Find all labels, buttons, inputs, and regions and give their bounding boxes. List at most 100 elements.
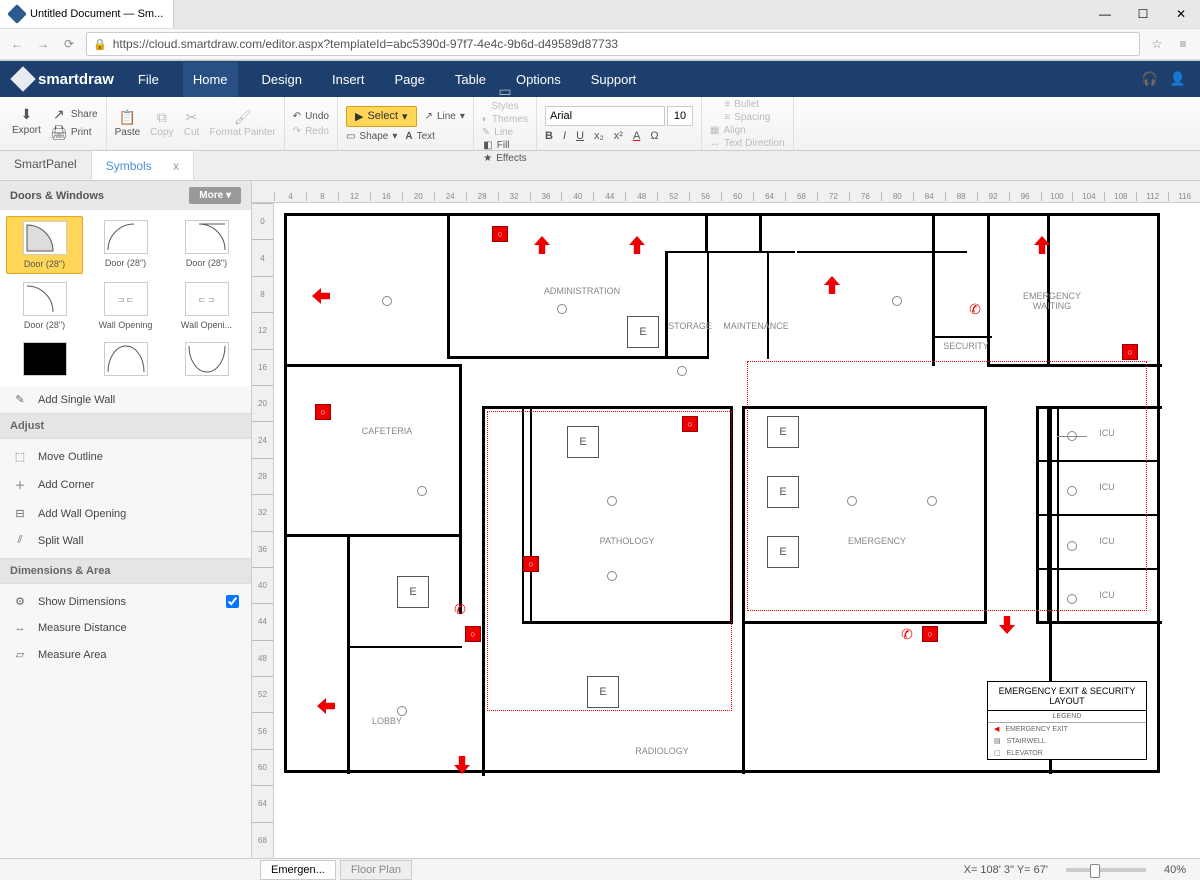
- copy-button[interactable]: ⧉Copy: [150, 109, 173, 138]
- show-dimensions-checkbox[interactable]: [226, 595, 239, 608]
- share-button[interactable]: ↗Share: [51, 107, 98, 123]
- ruler-horizontal: 4812162024283236404448525660646872768084…: [252, 181, 1200, 203]
- brand-text: smartdraw: [38, 71, 114, 88]
- spacing-button[interactable]: ≡Spacing: [724, 112, 770, 123]
- effects-button[interactable]: ★Effects: [483, 153, 526, 164]
- line-style-button[interactable]: ✎Line: [482, 127, 528, 138]
- show-dimensions-toggle[interactable]: ⚙Show Dimensions: [0, 588, 251, 615]
- italic-button[interactable]: I: [563, 130, 566, 142]
- undo-button[interactable]: ↶Undo: [293, 111, 329, 122]
- fixture-icon: [607, 571, 617, 581]
- fixture-icon: [397, 706, 407, 716]
- canvas[interactable]: ADMINISTRATION STORAGE MAINTENANCE SECUR…: [274, 203, 1200, 858]
- floorplan[interactable]: ADMINISTRATION STORAGE MAINTENANCE SECUR…: [284, 213, 1160, 773]
- menu-table[interactable]: Table: [449, 72, 492, 87]
- alarm-icon: ○: [922, 626, 938, 642]
- close-window-button[interactable]: ✕: [1162, 0, 1200, 28]
- ruler-vertical: 048121620242832364044485256606468: [252, 203, 274, 858]
- legend-stairwell: STAIRWELL: [1007, 738, 1046, 745]
- menu-support[interactable]: Support: [585, 72, 643, 87]
- symbol-double-door-2[interactable]: [168, 338, 245, 380]
- browser-tab[interactable]: Untitled Document — Sm...: [0, 0, 174, 28]
- phone-icon: ✆: [452, 601, 468, 617]
- superscript-button[interactable]: x²: [614, 130, 623, 142]
- menu-home[interactable]: Home: [183, 62, 238, 97]
- subscript-button[interactable]: x₂: [594, 130, 604, 142]
- back-button[interactable]: ←: [8, 35, 26, 53]
- legend-sub: LEGEND: [988, 711, 1146, 723]
- bold-button[interactable]: B: [545, 130, 553, 142]
- lock-icon: 🔒: [93, 38, 107, 51]
- measure-area-button[interactable]: ▱Measure Area: [0, 641, 251, 668]
- cut-button[interactable]: ✂Cut: [184, 109, 200, 138]
- legend-elevator: ELEVATOR: [1007, 750, 1043, 757]
- alarm-icon: ○: [315, 404, 331, 420]
- font-size-input[interactable]: [667, 106, 693, 126]
- split-wall-button[interactable]: ⫽Split Wall: [0, 527, 251, 554]
- more-button[interactable]: More ▾: [189, 187, 241, 204]
- menu-page[interactable]: Page: [389, 72, 431, 87]
- add-corner-button[interactable]: ＋Add Corner: [0, 470, 251, 500]
- add-wall-opening-button[interactable]: ⊟Add Wall Opening: [0, 500, 251, 527]
- shape-tool[interactable]: ▭Shape▾: [346, 131, 397, 142]
- align-button[interactable]: ▦Align: [710, 125, 785, 136]
- export-button[interactable]: ⬇Export: [12, 107, 41, 141]
- bullet-button[interactable]: ≡Bullet: [724, 99, 770, 110]
- move-outline-button[interactable]: ⬚Move Outline: [0, 443, 251, 470]
- doc-tab-emergency[interactable]: Emergen...: [260, 860, 336, 880]
- symbol-wall-opening-1[interactable]: ⊐ ⊏Wall Opening: [87, 278, 164, 334]
- star-button[interactable]: ☆: [1148, 35, 1166, 53]
- add-single-wall-button[interactable]: ✎Add Single Wall: [0, 386, 251, 413]
- url-text: https://cloud.smartdraw.com/editor.aspx?…: [113, 37, 618, 51]
- fill-button[interactable]: ◧Fill: [483, 140, 526, 151]
- help-icon[interactable]: 🎧: [1142, 71, 1158, 87]
- symbols-grid: Door (28") Door (28") Door (28") Door (2…: [0, 210, 251, 386]
- line-tool[interactable]: ↗Line▾: [425, 106, 465, 127]
- zoom-slider[interactable]: [1066, 868, 1146, 872]
- paste-button[interactable]: 📋Paste: [115, 109, 141, 138]
- label-maintenance: MAINTENANCE: [721, 321, 791, 331]
- logo-icon: [10, 66, 35, 91]
- select-tool[interactable]: ▶Select▾: [346, 106, 417, 127]
- reload-button[interactable]: ⟳: [60, 35, 78, 53]
- address-bar[interactable]: 🔒 https://cloud.smartdraw.com/editor.asp…: [86, 32, 1140, 56]
- menu-file[interactable]: File: [132, 72, 165, 87]
- fixture-icon: [417, 486, 427, 496]
- zoom-percent: 40%: [1164, 864, 1186, 876]
- redo-button[interactable]: ↷Redo: [293, 126, 329, 137]
- themes-button[interactable]: ◐Themes: [482, 114, 528, 125]
- symbol-door-1[interactable]: Door (28"): [6, 216, 83, 274]
- symbol-wall-opening-2[interactable]: ⊏ ⊐Wall Openi...: [168, 278, 245, 334]
- symbol-button[interactable]: Ω: [650, 130, 658, 142]
- symbols-tab[interactable]: Symbols x: [92, 151, 194, 180]
- legend-title: EMERGENCY EXIT & SECURITY LAYOUT: [988, 682, 1146, 711]
- elevator-1: E: [627, 316, 659, 348]
- font-name-input[interactable]: [545, 106, 665, 126]
- minimize-button[interactable]: —: [1086, 0, 1124, 28]
- menu-insert[interactable]: Insert: [326, 72, 371, 87]
- doc-tab-floorplan[interactable]: Floor Plan: [340, 860, 412, 880]
- underline-button[interactable]: U: [576, 130, 584, 142]
- print-button[interactable]: 🖨Print: [51, 125, 98, 141]
- symbol-double-door-1[interactable]: [87, 338, 164, 380]
- smartpanel-tab[interactable]: SmartPanel: [0, 151, 92, 180]
- close-symbols-tab[interactable]: x: [173, 159, 179, 173]
- symbol-door-3[interactable]: Door (28"): [168, 216, 245, 274]
- browser-menu-button[interactable]: ≡: [1174, 35, 1192, 53]
- symbol-door-2[interactable]: Door (28"): [87, 216, 164, 274]
- font-color-button[interactable]: A: [633, 130, 640, 142]
- forward-button[interactable]: →: [34, 35, 52, 53]
- window-controls: — ☐ ✕: [1086, 0, 1200, 28]
- symbol-door-4[interactable]: Door (28"): [6, 278, 83, 334]
- maximize-button[interactable]: ☐: [1124, 0, 1162, 28]
- text-direction-button[interactable]: ↔Text Direction: [710, 138, 785, 149]
- symbol-solid[interactable]: [6, 338, 83, 380]
- styles-button[interactable]: ▭Styles: [491, 83, 518, 112]
- text-tool[interactable]: AText: [405, 131, 435, 142]
- menu-design[interactable]: Design: [256, 72, 308, 87]
- fixture-icon: [677, 366, 687, 376]
- measure-distance-button[interactable]: ↔Measure Distance: [0, 615, 251, 641]
- canvas-area: 4812162024283236404448525660646872768084…: [252, 181, 1200, 858]
- user-icon[interactable]: 👤: [1170, 71, 1186, 87]
- format-painter-button[interactable]: 🖌Format Painter: [210, 109, 276, 138]
